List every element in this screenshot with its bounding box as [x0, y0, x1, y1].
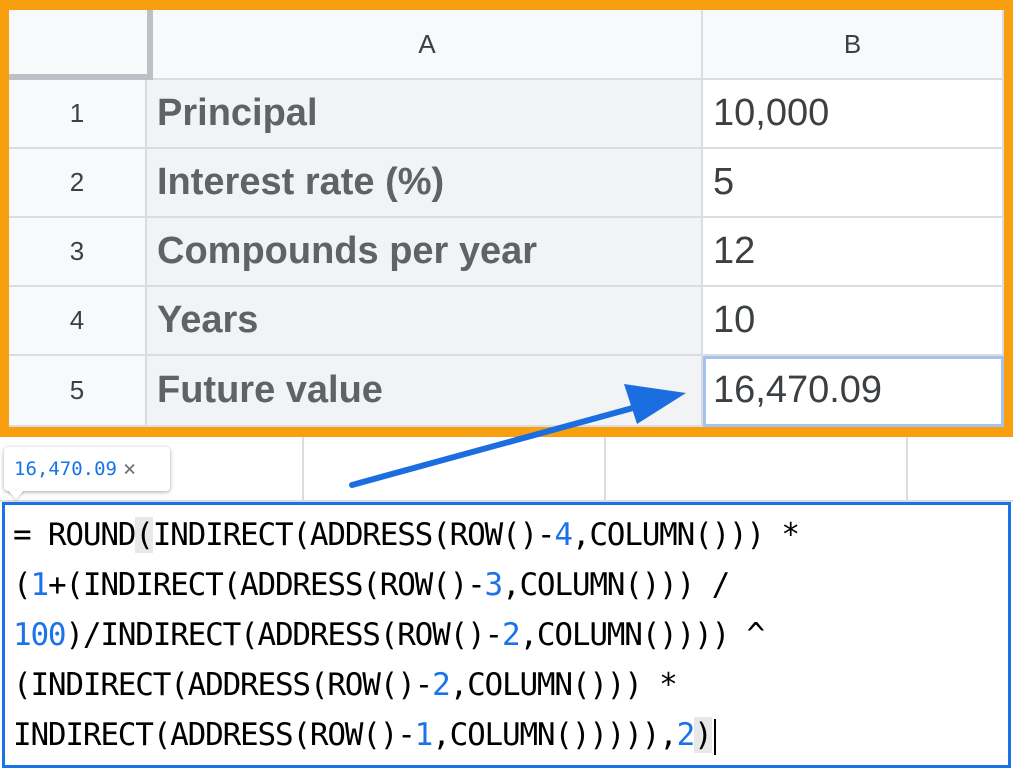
grid-line [302, 437, 304, 502]
value-preview-text: 16,470.09 [14, 458, 117, 480]
formula-editor[interactable]: = ROUND(INDIRECT(ADDRESS(ROW()-4,COLUMN(… [2, 502, 1011, 768]
close-icon[interactable]: × [123, 457, 136, 482]
cell-a3[interactable]: Compounds per year [147, 218, 703, 287]
text-caret [713, 718, 716, 755]
value-preview-tooltip: 16,470.09 × [4, 447, 170, 491]
spreadsheet-frame: A B 1 Principal 10,000 2 Interest rate (… [0, 0, 1013, 437]
formula-line-4: (INDIRECT(ADDRESS(ROW()-2,COLUMN())) * [13, 667, 678, 703]
row-header-2[interactable]: 2 [9, 149, 147, 218]
cell-b3[interactable]: 12 [703, 218, 1004, 287]
row-header-4[interactable]: 4 [9, 287, 147, 356]
row-header-5[interactable]: 5 [9, 356, 147, 427]
cell-a2[interactable]: Interest rate (%) [147, 149, 703, 218]
column-header-a[interactable]: A [153, 10, 703, 80]
matched-paren-close: ) [694, 717, 713, 753]
select-all-corner[interactable] [9, 10, 153, 80]
formula-line-1: = ROUND(INDIRECT(ADDRESS(ROW()-4,COLUMN(… [13, 517, 800, 553]
grid-line [604, 437, 606, 502]
grid-line [906, 437, 908, 502]
formula-line-2: (1+(INDIRECT(ADDRESS(ROW()-3,COLUMN())) … [13, 567, 730, 603]
cell-b5-selected[interactable]: 16,470.09 [703, 356, 1004, 427]
row-header-1[interactable]: 1 [9, 80, 147, 149]
cell-a4[interactable]: Years [147, 287, 703, 356]
cell-a1[interactable]: Principal [147, 80, 703, 149]
cell-b4[interactable]: 10 [703, 287, 1004, 356]
column-header-b[interactable]: B [703, 10, 1004, 80]
spreadsheet-grid: A B 1 Principal 10,000 2 Interest rate (… [9, 10, 1004, 427]
matched-paren-open: ( [135, 517, 154, 553]
cell-b2[interactable]: 5 [703, 149, 1004, 218]
row-header-3[interactable]: 3 [9, 218, 147, 287]
formula-line-3: 100)/INDIRECT(ADDRESS(ROW()-2,COLUMN()))… [13, 617, 765, 653]
cell-b1[interactable]: 10,000 [703, 80, 1004, 149]
formula-line-5: INDIRECT(ADDRESS(ROW()-1,COLUMN())))),2) [13, 717, 716, 755]
cell-a5[interactable]: Future value [147, 356, 703, 427]
tooltip-pointer [8, 490, 24, 500]
